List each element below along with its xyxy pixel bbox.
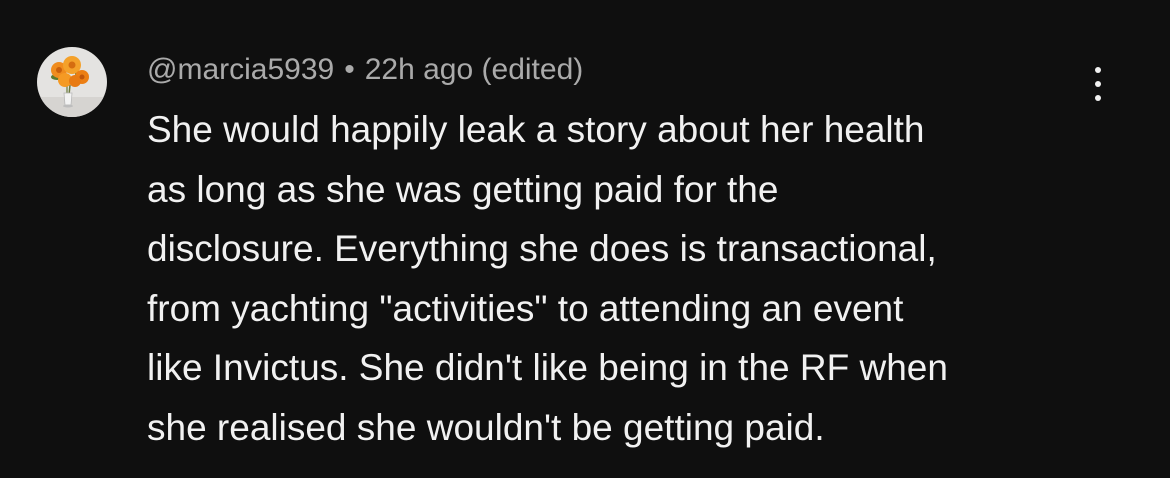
comment-timestamp[interactable]: 22h ago (365, 53, 473, 86)
comment-thread-item: @marcia5939 • 22h ago (edited) She would h… (0, 0, 1170, 478)
comment-body-line: as long as she was getting paid for the (147, 168, 779, 210)
comment-body-line: from yachting "activities" to attending … (147, 287, 904, 329)
author-name[interactable]: @marcia5939 (147, 53, 334, 86)
comment-body-line: she realised she wouldn't be getting pai… (147, 406, 825, 448)
orange-roses-in-vase-avatar-icon (37, 47, 107, 117)
header-separator: • (344, 53, 355, 86)
avatar[interactable] (37, 47, 107, 117)
menu-dot (1095, 81, 1101, 87)
menu-dot (1095, 67, 1101, 73)
comment-body-line: like Invictus. She didn't like being in … (147, 347, 948, 388)
comment-body: She would happily leak a story about her… (147, 100, 1107, 457)
edited-label: (edited) (481, 53, 584, 86)
comment-header: @marcia5939 • 22h ago (edited) (147, 52, 583, 88)
comment-body-line: disclosure. Everything she does is trans… (147, 228, 937, 269)
comment-body-line: She would happily leak a story about her… (147, 109, 925, 150)
